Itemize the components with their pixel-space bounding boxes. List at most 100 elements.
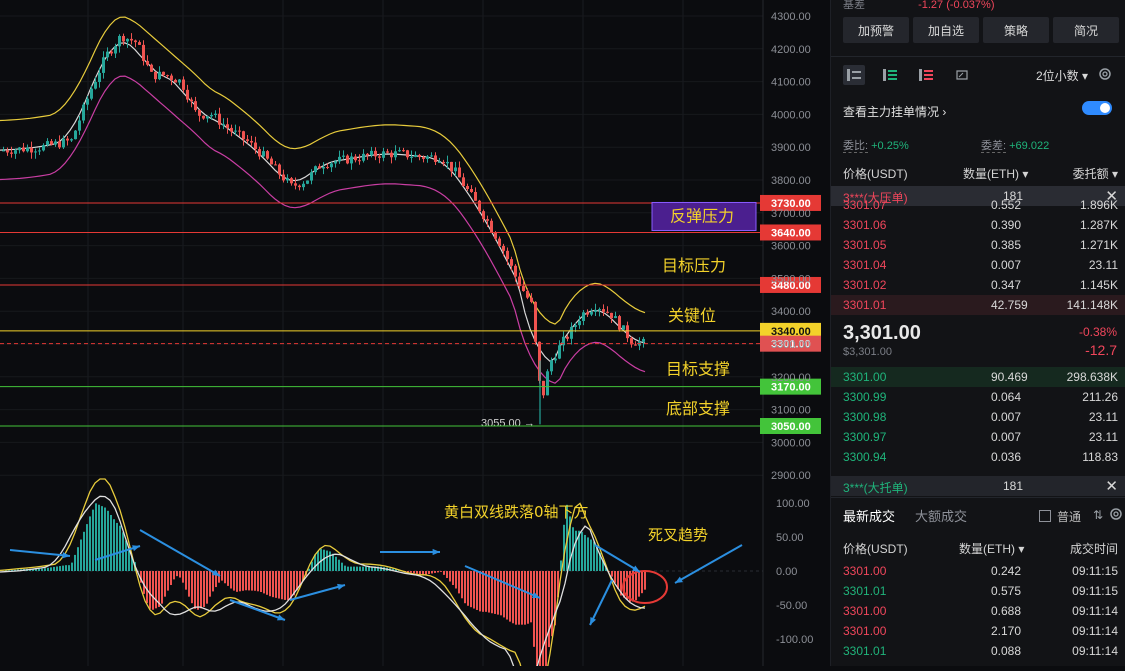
candle-body: [522, 286, 525, 291]
macd-bar: [524, 571, 526, 625]
add-alert-button[interactable]: 加预警: [843, 17, 909, 43]
candle-body: [402, 150, 405, 151]
macd-bar: [269, 571, 271, 596]
macd-bar: [236, 571, 238, 592]
bid-row[interactable]: 3300.980.00723.11: [831, 407, 1125, 427]
candle-body: [306, 181, 309, 184]
row-qty: 0.007: [991, 410, 1021, 424]
add-watchlist-button[interactable]: 加自选: [913, 17, 979, 43]
macd-bar: [347, 567, 349, 571]
macd-bar: [473, 571, 475, 609]
normal-checkbox[interactable]: [1039, 510, 1051, 522]
candle-body: [250, 141, 253, 143]
macd-bar: [434, 571, 436, 573]
kline-chart[interactable]: 3055.00 → 3730.003640.00反弹压力3480.00目标压力3…: [0, 0, 830, 666]
row-total: 1.145K: [1080, 278, 1118, 292]
expand-icon[interactable]: [951, 65, 973, 85]
candle-body: [246, 139, 249, 141]
ask-row[interactable]: 3301.020.3471.145K: [831, 275, 1125, 295]
candle-body: [546, 371, 549, 395]
macd-bar: [329, 551, 331, 571]
trade-row[interactable]: 3301.000.68809:11:14: [831, 601, 1125, 621]
candle-body: [438, 162, 441, 163]
ask-row[interactable]: 3301.050.3851.271K: [831, 235, 1125, 255]
macd-bar: [242, 571, 244, 591]
macd-bar: [104, 508, 106, 571]
candle-body: [42, 145, 45, 150]
macd-bar: [260, 571, 262, 592]
candle-body: [242, 131, 245, 139]
trades-col-qty-wrap[interactable]: 数量(ETH) ▾: [959, 540, 1024, 557]
macd-bar: [200, 571, 202, 608]
candle-body: [642, 339, 645, 342]
tab-large-trades[interactable]: 大额成交: [915, 506, 967, 525]
trade-row[interactable]: 3301.010.57509:11:15: [831, 581, 1125, 601]
orderbook-asks-icon[interactable]: [915, 65, 937, 85]
decimals-select[interactable]: 2位小数 ▾: [1036, 67, 1088, 84]
col-total: 委托额: [1073, 167, 1109, 181]
macd-tick-label: -100.00: [776, 634, 813, 646]
macd-bar: [476, 571, 478, 610]
bid-row[interactable]: 3301.0090.469298.638K: [831, 367, 1125, 387]
main-orders-toggle[interactable]: [1082, 101, 1112, 115]
macd-bar: [56, 566, 58, 571]
ask-row[interactable]: 3301.040.00723.11: [831, 255, 1125, 275]
gear-icon[interactable]: [1109, 507, 1123, 524]
macd-bar: [53, 567, 55, 571]
bid-row[interactable]: 3300.940.036118.83: [831, 447, 1125, 467]
candle-body: [374, 151, 377, 157]
macd-bar: [353, 567, 355, 571]
candle-body: [446, 162, 449, 163]
row-price: 3301.06: [843, 218, 886, 232]
sort-icon[interactable]: ⇅: [1093, 508, 1103, 522]
main-orders-link[interactable]: 查看主力挂单情况 ›: [843, 103, 1118, 120]
candle-body: [362, 154, 365, 161]
trade-row[interactable]: 3301.010.08809:11:14: [831, 641, 1125, 661]
macd-bar: [86, 524, 88, 571]
macd-bar: [644, 571, 646, 590]
candle-body: [542, 381, 545, 395]
macd-bar: [365, 567, 367, 571]
arrow-line: [675, 545, 742, 583]
ask-row[interactable]: 3301.0142.759141.148K: [831, 295, 1125, 315]
ask-row[interactable]: 3301.060.3901.287K: [831, 215, 1125, 235]
candle-body: [578, 321, 581, 325]
brief-button[interactable]: 简况: [1053, 17, 1119, 43]
candle-body: [10, 153, 13, 154]
macd-bar: [359, 567, 361, 571]
trade-row[interactable]: 3301.002.17009:11:14: [831, 621, 1125, 641]
candle-body: [574, 325, 577, 327]
bid-row[interactable]: 3300.990.064211.26: [831, 387, 1125, 407]
candle-body: [354, 156, 357, 160]
orderbook-both-icon[interactable]: [843, 65, 865, 85]
col-qty-wrap[interactable]: 数量(ETH) ▾: [963, 165, 1028, 182]
candle-body: [26, 148, 29, 152]
bid-row[interactable]: 3300.970.00723.11: [831, 427, 1125, 447]
macd-bar: [428, 571, 430, 574]
row-price: 3301.00: [843, 564, 886, 578]
macd-bar: [464, 571, 466, 603]
candle-body: [322, 167, 325, 169]
trade-row[interactable]: 3301.000.24209:11:15: [831, 561, 1125, 581]
tab-latest-trades[interactable]: 最新成交: [843, 506, 895, 525]
bollinger-bands: [0, 17, 645, 383]
close-icon[interactable]: ✕: [1105, 477, 1118, 495]
candle-body: [274, 164, 277, 165]
strategy-button[interactable]: 策略: [983, 17, 1049, 43]
chart-canvas[interactable]: 3055.00 → 3730.003640.00反弹压力3480.00目标压力3…: [0, 0, 830, 666]
macd-bar: [278, 571, 280, 599]
gear-icon[interactable]: [1098, 67, 1112, 86]
macd-bar: [521, 571, 523, 625]
macd-bar: [584, 535, 586, 571]
candle-body: [510, 259, 513, 266]
macd-tick-label: -50.00: [776, 600, 807, 612]
row-price: 3301.05: [843, 238, 886, 252]
orderbook-bids-icon[interactable]: [879, 65, 901, 85]
macd-bar: [362, 567, 364, 571]
col-total-wrap[interactable]: 委托额 ▾: [1073, 165, 1118, 182]
level-callout-text: 反弹压力: [670, 206, 734, 225]
candle-body: [530, 298, 533, 302]
level-callout-text: 关键位: [668, 306, 716, 325]
ask-row[interactable]: 3301.070.5521.896K: [831, 195, 1125, 215]
level-callout-text: 目标支撑: [666, 360, 730, 379]
